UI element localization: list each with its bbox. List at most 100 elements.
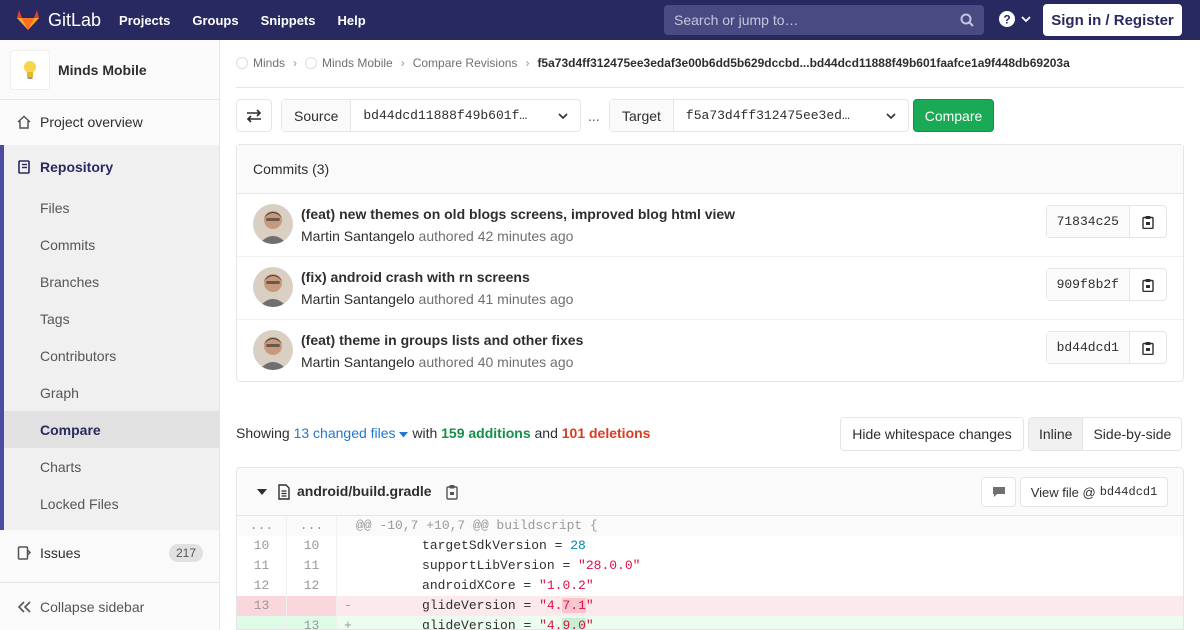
target-revision-selector[interactable]: Target f5a73d4ff312475ee3ed… [609,99,909,132]
collapse-sidebar-button[interactable]: Collapse sidebar [0,582,219,630]
sign-in-register-button[interactable]: Sign in / Register [1043,4,1182,36]
line-code: supportLibVersion = "28.0.0" [338,556,640,576]
diff-filename[interactable]: android/build.gradle [297,483,432,499]
diff-summary: Showing 13 changed files with 159 additi… [236,425,650,441]
swap-revisions-button[interactable] [236,99,272,132]
breadcrumb-item[interactable]: Minds Mobile [322,56,393,70]
summary-text: Showing [236,425,290,441]
new-line-number[interactable]: 10 [287,536,337,556]
diff-line: 11 11 supportLibVersion = "28.0.0" [237,556,1183,576]
nav-help[interactable]: Help [338,13,366,28]
breadcrumb-separator-icon: › [525,56,530,70]
view-file-button[interactable]: View file @ bd44dcd1 [1020,477,1168,507]
breadcrumb: Minds › Minds Mobile › Compare Revisions… [236,56,1070,70]
sidebar-repository-section: Repository Files Commits Branches Tags C… [0,145,219,530]
sidebar-item-issues[interactable]: Issues 217 [0,534,219,571]
copy-sha-button[interactable] [1130,206,1166,237]
diff-hunk-header: ... ... @@ -10,7 +10,7 @@ buildscript { [237,516,1183,536]
author-avatar[interactable] [253,267,293,307]
side-by-side-view-button[interactable]: Side-by-side [1083,418,1181,450]
hide-whitespace-button[interactable]: Hide whitespace changes [840,417,1024,451]
collapse-sidebar-label: Collapse sidebar [40,598,145,615]
sidebar-item-charts[interactable]: Charts [4,448,219,485]
collapse-caret-icon[interactable] [257,488,267,496]
commit-title-link[interactable]: (feat) theme in groups lists and other f… [301,332,583,348]
commit-author-link[interactable]: Martin Santangelo [301,291,415,307]
sidebar-item-tags[interactable]: Tags [4,300,219,337]
code-string: "4. [539,598,563,613]
copy-file-path-icon[interactable] [445,484,459,500]
search-input[interactable]: Search or jump to… [664,5,984,35]
divider [236,87,1184,88]
diff-line-removed: 13 - glideVersion = "4.7.1" [237,596,1183,616]
sidebar-item-graph[interactable]: Graph [4,374,219,411]
sidebar-item-label: Issues [40,544,81,561]
sidebar-item-project-overview[interactable]: Project overview [0,103,219,140]
new-line-number[interactable]: 11 [287,556,337,576]
nav-groups[interactable]: Groups [192,13,238,28]
nav-projects[interactable]: Projects [119,13,170,28]
commit-title-link[interactable]: (feat) new themes on old blogs screens, … [301,206,735,222]
sidebar-item-commits[interactable]: Commits [4,226,219,263]
commit-sha-button[interactable]: bd44dcd1 [1046,332,1130,363]
author-avatar[interactable] [253,330,293,370]
source-revision-dropdown[interactable]: bd44dcd11888f49b601f… [351,100,580,131]
help-dropdown[interactable]: ? [998,10,1032,28]
nav-snippets[interactable]: Snippets [261,13,316,28]
chevron-down-icon [1021,16,1031,23]
diff-file: android/build.gradle View file @ bd44dcd… [236,467,1184,630]
inline-view-button[interactable]: Inline [1029,418,1084,450]
sidebar-item-repository[interactable]: Repository [4,148,219,185]
changed-files-dropdown[interactable]: 13 changed files [294,425,409,441]
expand-lines-button[interactable]: ... [287,516,337,536]
commit-sha-button[interactable]: 909f8b2f [1046,269,1130,300]
search-icon [960,13,974,27]
commit-sha-group: bd44dcd1 [1045,331,1167,364]
target-revision-dropdown[interactable]: f5a73d4ff312475ee3ed… [674,100,908,131]
commit-row: (feat) new themes on old blogs screens, … [237,194,1183,257]
sidebar-item-branches[interactable]: Branches [4,263,219,300]
breadcrumb-item[interactable]: Minds [253,56,285,70]
expand-lines-button[interactable]: ... [237,516,287,536]
clipboard-icon [1142,215,1154,229]
speech-bubble-icon [992,487,1005,497]
project-avatar-icon [305,57,318,69]
gitlab-wordmark: GitLab [48,9,102,30]
commit-author-link[interactable]: Martin Santangelo [301,354,415,370]
sidebar-item-compare[interactable]: Compare [4,411,219,448]
diff-line: 10 10 targetSdkVersion = 28 [237,536,1183,556]
comment-toggle-button[interactable] [981,477,1016,507]
view-file-label: View file @ [1030,484,1096,500]
commit-author-link[interactable]: Martin Santangelo [301,228,415,244]
old-line-number[interactable]: 12 [237,576,287,596]
source-revision-selector[interactable]: Source bd44dcd11888f49b601f… [281,99,581,132]
breadcrumb-current[interactable]: f5a73d4ff312475ee3edaf3e00b6dd5b629dccbd… [537,56,1069,70]
copy-sha-button[interactable] [1130,332,1166,363]
search-placeholder: Search or jump to… [674,12,799,28]
group-avatar-icon [236,57,248,69]
new-line-number[interactable]: 12 [287,576,337,596]
sidebar-item-contributors[interactable]: Contributors [4,337,219,374]
diff-view-toggle: Inline Side-by-side [1028,417,1183,451]
sidebar-item-locked-files[interactable]: Locked Files [4,485,219,522]
commit-title-link[interactable]: (fix) android crash with rn screens [301,269,530,285]
commit-sha-button[interactable]: 71834c25 [1046,206,1130,237]
sidebar-project-header[interactable]: Minds Mobile [0,40,219,100]
new-line-number [287,596,337,616]
old-line-number[interactable]: 10 [237,536,287,556]
sidebar-item-files[interactable]: Files [4,189,219,226]
commit-sha-group: 909f8b2f [1045,268,1167,301]
old-line-number[interactable]: 13 [237,596,287,616]
gitlab-brand[interactable]: GitLab [16,9,101,31]
new-line-number[interactable]: 13 [287,616,337,629]
commit-time: authored 41 minutes ago [418,291,574,307]
top-navbar: GitLab Projects Groups Snippets Help Sea… [0,0,1200,40]
old-line-number[interactable]: 11 [237,556,287,576]
compare-button[interactable]: Compare [913,99,994,132]
issues-count-badge: 217 [168,543,203,562]
author-avatar[interactable] [253,204,293,244]
breadcrumb-item[interactable]: Compare Revisions [413,56,518,70]
commit-meta: Martin Santangelo authored 40 minutes ag… [301,354,573,370]
sidebar-item-label: Project overview [40,113,143,130]
copy-sha-button[interactable] [1130,269,1166,300]
